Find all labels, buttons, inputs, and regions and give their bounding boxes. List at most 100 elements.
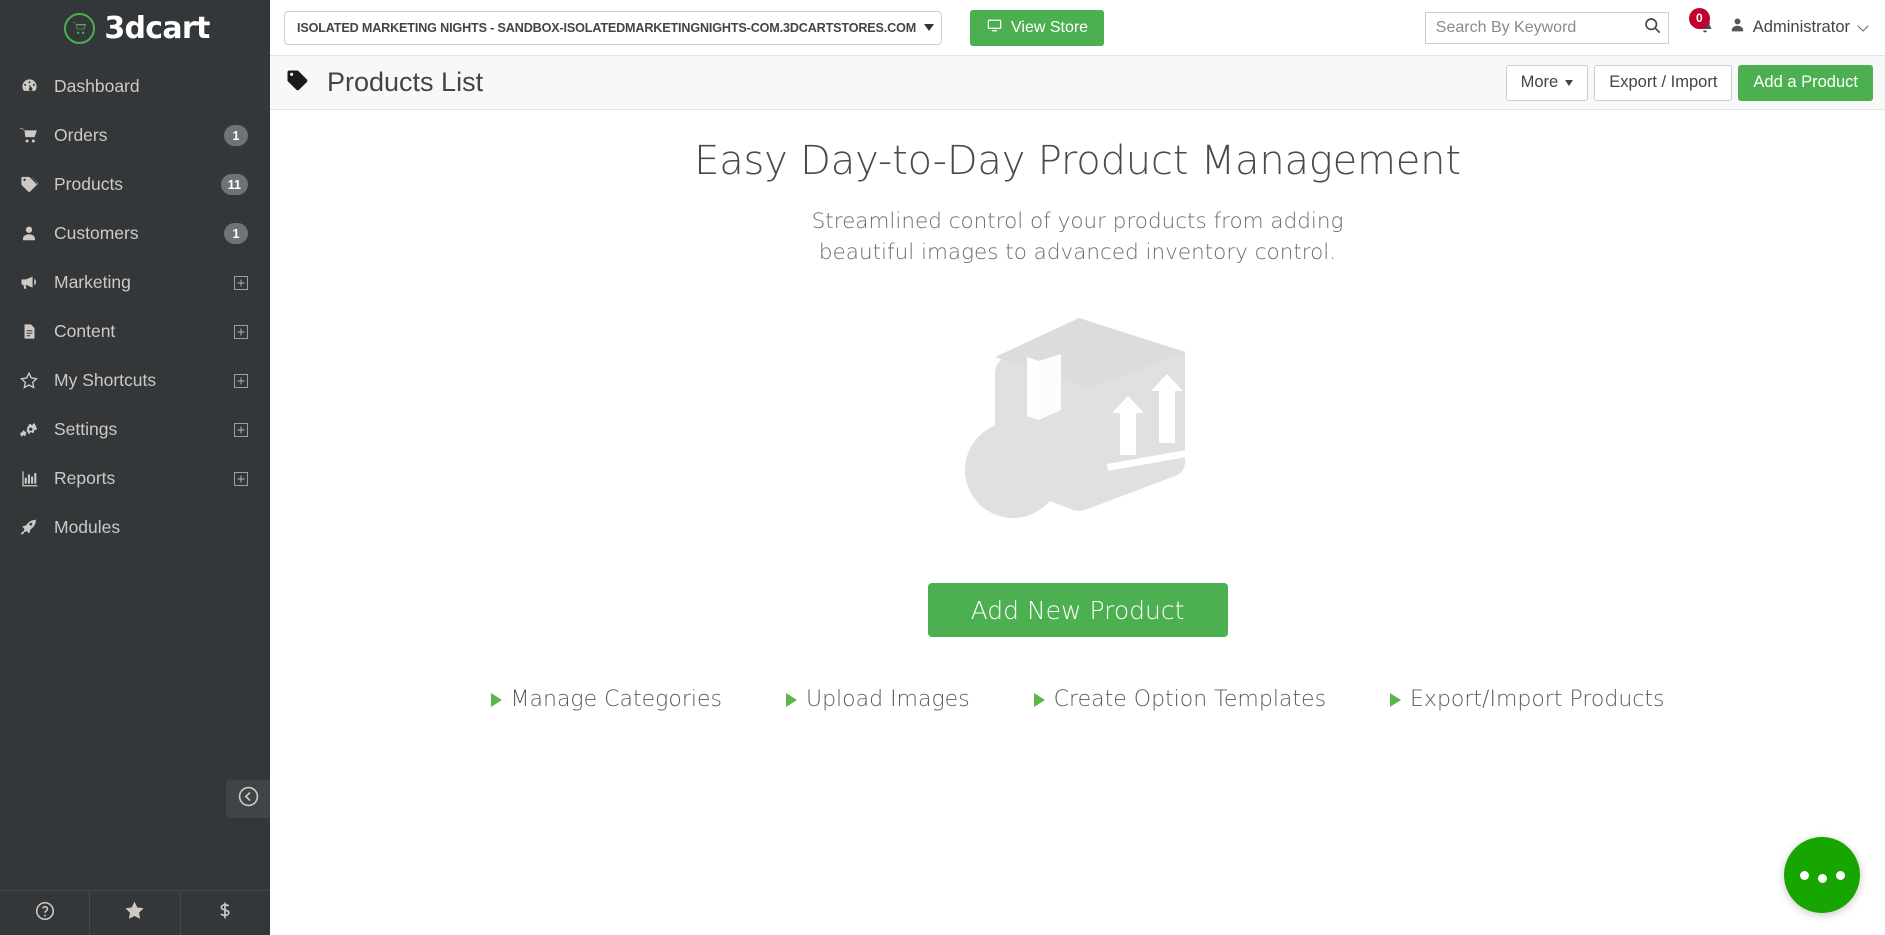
- caret-down-icon: [1565, 79, 1574, 86]
- dollar-sign-icon: [215, 899, 235, 927]
- sidebar-item-label: Marketing: [54, 272, 131, 292]
- quick-links: Manage Categories Upload Images Create O…: [490, 687, 1664, 713]
- rocket-icon: [14, 518, 44, 537]
- megaphone-icon: [14, 273, 44, 292]
- help-circle-icon: [34, 900, 56, 927]
- monitor-icon: [986, 18, 1003, 38]
- empty-state-heading: Easy Day-to-Day Product Management: [694, 138, 1461, 184]
- add-new-product-button[interactable]: Add New Product: [927, 583, 1228, 638]
- notifications-button[interactable]: 0: [1683, 7, 1727, 46]
- sidebar-item-my-shortcuts[interactable]: My Shortcuts: [0, 356, 270, 405]
- shopping-cart-icon: [64, 12, 96, 44]
- page-header-actions: More Export / Import Add a Product: [1505, 64, 1873, 101]
- sidebar-item-settings[interactable]: Settings: [0, 405, 270, 454]
- brand-name: 3dcart: [104, 10, 210, 46]
- export-import-button[interactable]: Export / Import: [1594, 64, 1733, 101]
- favorites-button[interactable]: [90, 891, 181, 935]
- link-label: Upload Images: [805, 687, 970, 713]
- link-upload-images[interactable]: Upload Images: [785, 687, 970, 713]
- top-bar: ISOLATED MARKETING NIGHTS - SANDBOX-ISOL…: [270, 0, 1885, 56]
- document-icon: [14, 322, 44, 341]
- expand-plus-icon[interactable]: [234, 373, 248, 388]
- expand-plus-icon[interactable]: [234, 275, 248, 290]
- dashboard-gauge-icon: [14, 77, 44, 96]
- link-label: Manage Categories: [510, 687, 722, 713]
- sidebar-item-marketing[interactable]: Marketing: [0, 258, 270, 307]
- shopping-cart-icon: [14, 126, 44, 145]
- play-triangle-icon: [785, 692, 797, 707]
- admin-menu[interactable]: Administrator: [1729, 16, 1873, 39]
- brand-logo[interactable]: 3dcart: [0, 0, 270, 56]
- main-area: ISOLATED MARKETING NIGHTS - SANDBOX-ISOL…: [270, 0, 1885, 935]
- expand-plus-icon[interactable]: [234, 422, 248, 437]
- bar-chart-icon: [14, 469, 44, 488]
- help-chat-fab[interactable]: [1784, 837, 1860, 913]
- sidebar-item-label: My Shortcuts: [54, 370, 157, 390]
- empty-state: Easy Day-to-Day Product Management Strea…: [270, 110, 1885, 935]
- search-box[interactable]: [1424, 11, 1669, 44]
- help-button[interactable]: [0, 891, 91, 935]
- sidebar-item-customers[interactable]: Customers 1: [0, 209, 270, 258]
- ellipsis-icon: [1835, 870, 1845, 880]
- sidebar-item-orders[interactable]: Orders 1: [0, 111, 270, 160]
- sidebar-item-reports[interactable]: Reports: [0, 454, 270, 503]
- sidebar-badge-customers: 1: [224, 223, 248, 244]
- package-box-icon: [961, 312, 1195, 531]
- sidebar-item-label: Dashboard: [54, 76, 140, 96]
- sidebar-item-modules[interactable]: Modules: [0, 503, 270, 552]
- arrow-circle-left-icon: [237, 785, 260, 813]
- link-label: Create Option Templates: [1053, 687, 1327, 713]
- expand-plus-icon[interactable]: [234, 471, 248, 486]
- sidebar-item-label: Content: [54, 321, 116, 341]
- notification-count-badge: 0: [1688, 7, 1710, 29]
- sidebar-footer: [0, 890, 270, 935]
- empty-state-subtext: Streamlined control of your products fro…: [811, 209, 1344, 266]
- export-import-label: Export / Import: [1609, 73, 1718, 91]
- chevron-down-icon: [924, 24, 935, 31]
- store-selector-label: ISOLATED MARKETING NIGHTS - SANDBOX-ISOL…: [297, 20, 917, 35]
- sidebar-item-label: Products: [54, 174, 124, 194]
- sidebar-item-dashboard[interactable]: Dashboard: [0, 62, 270, 111]
- sidebar-nav: Dashboard Orders 1 Products 11 Customers…: [0, 62, 270, 552]
- link-label: Export/Import Products: [1410, 687, 1665, 713]
- star-icon: [123, 899, 146, 927]
- play-triangle-icon: [1033, 692, 1045, 707]
- gears-icon: [14, 420, 44, 439]
- page-header: Products List More Export / Import Add a…: [270, 56, 1885, 110]
- star-icon: [14, 371, 44, 390]
- admin-page: 3dcart Dashboard Orders 1 Products 11 Cu…: [0, 0, 1885, 935]
- add-a-product-label: Add a Product: [1753, 73, 1858, 91]
- view-store-button[interactable]: View Store: [970, 9, 1105, 46]
- tag-icon: [284, 68, 311, 98]
- expand-plus-icon[interactable]: [234, 324, 248, 339]
- sidebar-item-content[interactable]: Content: [0, 307, 270, 356]
- sidebar-badge-orders: 1: [224, 125, 248, 146]
- link-export-import-products[interactable]: Export/Import Products: [1390, 687, 1664, 712]
- ellipsis-icon: [1817, 874, 1827, 883]
- sidebar-item-label: Orders: [54, 125, 108, 145]
- more-label: More: [1520, 73, 1559, 91]
- sidebar: 3dcart Dashboard Orders 1 Products 11 Cu…: [0, 0, 270, 935]
- sidebar-badge-products: 11: [220, 174, 248, 195]
- search-icon[interactable]: [1643, 16, 1662, 40]
- sidebar-collapse-button[interactable]: [226, 780, 270, 818]
- sidebar-item-products[interactable]: Products 11: [0, 160, 270, 209]
- sidebar-item-label: Modules: [54, 517, 121, 537]
- view-store-label: View Store: [1011, 18, 1089, 36]
- user-icon: [1729, 16, 1746, 39]
- link-create-option-templates[interactable]: Create Option Templates: [1033, 687, 1327, 713]
- top-bar-right: 0 Administrator: [1424, 7, 1873, 46]
- user-icon: [14, 224, 44, 243]
- admin-label: Administrator: [1752, 18, 1850, 36]
- store-selector[interactable]: ISOLATED MARKETING NIGHTS - SANDBOX-ISOL…: [284, 10, 942, 45]
- ellipsis-icon: [1799, 870, 1809, 880]
- link-manage-categories[interactable]: Manage Categories: [490, 687, 722, 713]
- search-input[interactable]: [1435, 18, 1643, 37]
- billing-button[interactable]: [181, 891, 270, 935]
- play-triangle-icon: [1390, 692, 1402, 707]
- add-a-product-button[interactable]: Add a Product: [1738, 64, 1873, 101]
- chevron-down-icon: [1857, 19, 1869, 32]
- more-button[interactable]: More: [1505, 64, 1589, 101]
- play-triangle-icon: [490, 692, 502, 707]
- sidebar-item-label: Reports: [54, 468, 116, 488]
